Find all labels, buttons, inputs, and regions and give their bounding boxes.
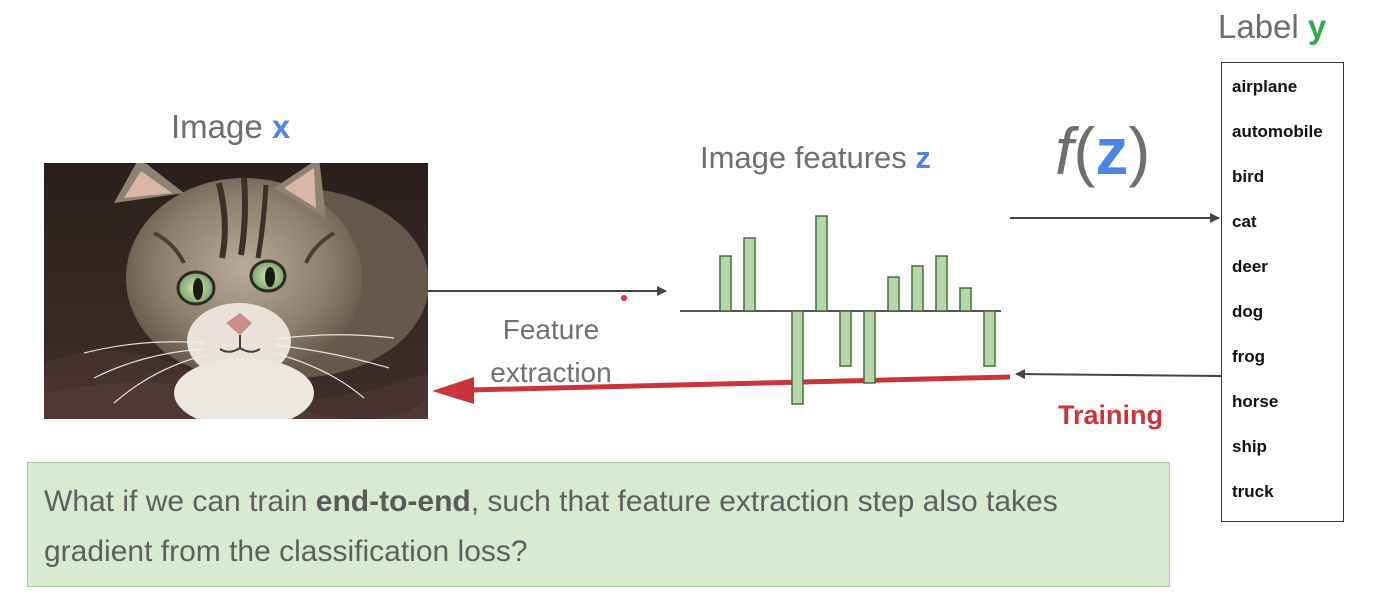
feature-extraction-label: Feature extraction (466, 308, 636, 394)
label-item: ship (1232, 437, 1267, 456)
function-open-paren: ( (1073, 114, 1096, 188)
feature-extraction-line2: extraction (490, 357, 612, 388)
label-item: frog (1232, 347, 1266, 366)
question-text-start: What if we can train (44, 485, 316, 518)
classifier-function: f(z) (1055, 118, 1150, 184)
label-item: dog (1232, 302, 1264, 321)
function-close-paren: ) (1128, 114, 1151, 188)
label-item: automobile (1232, 122, 1323, 141)
feature-extraction-line1: Feature (502, 314, 600, 345)
label-item: deer (1232, 257, 1268, 276)
feature-bar (935, 255, 948, 312)
question-text-bold: end-to-end (315, 485, 471, 518)
label-item: horse (1232, 392, 1279, 411)
loss-arrow (1015, 369, 1222, 380)
label-item: cat (1232, 212, 1257, 231)
feature-bar (911, 265, 924, 312)
feature-bar (815, 215, 828, 312)
label-item: truck (1232, 482, 1274, 501)
feature-bar (743, 237, 756, 312)
feature-bar (839, 310, 852, 367)
label-list: airplane automobile bird cat deer dog fr… (1221, 62, 1344, 522)
function-z: z (1095, 114, 1129, 188)
function-f: f (1055, 114, 1074, 188)
feature-bar (863, 310, 876, 384)
feature-bar (791, 310, 804, 405)
feature-bar (959, 287, 972, 312)
label-item: bird (1232, 167, 1265, 186)
feature-bar (983, 310, 996, 367)
question-box: What if we can train end-to-end, such th… (27, 462, 1170, 587)
label-item: airplane (1232, 77, 1298, 96)
feature-bar (887, 276, 900, 312)
feature-bar (719, 255, 732, 312)
cursor-dot (621, 295, 627, 301)
training-label: Training (1058, 400, 1164, 430)
